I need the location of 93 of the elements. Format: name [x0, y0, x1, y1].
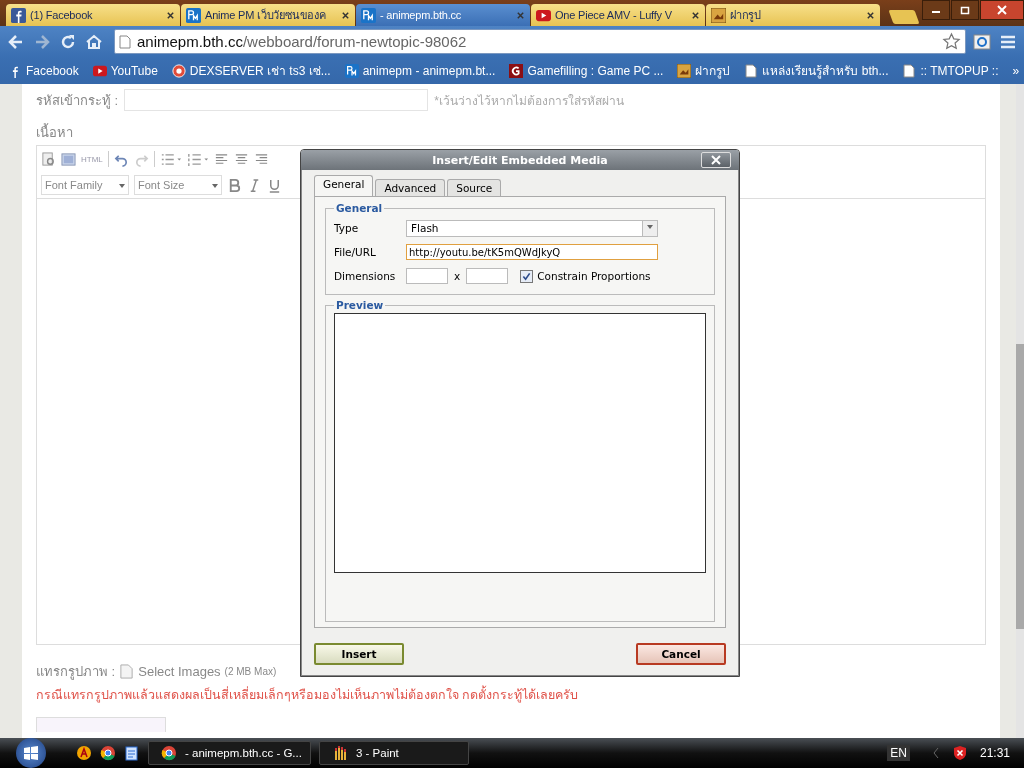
url-text: animepm.bth.cc/webboard/forum-newtopic-98062 [137, 33, 468, 50]
language-indicator[interactable]: EN [887, 745, 910, 761]
new-tab-button[interactable] [888, 10, 920, 24]
pm-logo-icon [344, 63, 359, 78]
page-icon [902, 63, 917, 78]
document-icon [119, 664, 135, 679]
constrain-checkbox[interactable] [520, 269, 534, 283]
notice-text: กรณีแทรกรูปภาพแล้วแสดงผลเป็นสี่เหลี่ยมเล็กๆหรือมองไม่เห็นภาพไม่ต้องตกใจ กดตั้งกระทู้ได้เลยครับ [36, 685, 986, 705]
pm-logo-icon [186, 7, 201, 23]
insert-button[interactable]: Insert [314, 643, 404, 665]
chrome-icon [161, 745, 177, 761]
bookmark-link[interactable]: animepm - animepm.bt... [344, 63, 496, 78]
close-button[interactable] [980, 0, 1024, 20]
browser-extension-icon[interactable] [972, 31, 992, 52]
browser-tab[interactable]: (1) Facebook [6, 4, 180, 26]
close-icon[interactable] [866, 10, 875, 20]
browser-tab[interactable]: - animepm.bth.cc [356, 4, 530, 26]
times-text: x [454, 270, 461, 282]
password-hint: *เว้นว่างไว้หากไม่ต้องการใส่รหัสผ่าน [434, 92, 624, 110]
chevron-left-icon[interactable] [931, 747, 940, 759]
dialog-title: Insert/Edit Embedded Media [432, 153, 608, 167]
minimize-button[interactable] [922, 0, 950, 20]
dialog-tab[interactable]: General [314, 175, 374, 196]
pm-logo-icon [361, 7, 376, 23]
more-bookmarks-button[interactable]: » [1012, 63, 1020, 78]
taskbar-button[interactable]: - animepm.bth.cc - G... [148, 741, 311, 765]
play-icon [536, 7, 551, 23]
bookmark-link[interactable]: แหล่งเรียนรู้สำหรับ bth... [744, 61, 889, 80]
page-icon [744, 63, 759, 78]
cancel-button[interactable]: Cancel [636, 643, 726, 665]
facebook-icon [11, 7, 26, 23]
bookmark-link[interactable]: ฝากรูป [677, 61, 731, 80]
insert-image-label: แทรกรูปภาพ : [36, 663, 116, 682]
shortcut-icon[interactable] [76, 745, 92, 761]
font-family-select[interactable]: Font Family [41, 175, 129, 195]
chrome-icon[interactable] [100, 745, 116, 761]
browser-tab[interactable]: ฝากรูป [706, 4, 880, 26]
maximize-icon [960, 5, 970, 15]
bookmark-link[interactable]: Facebook [8, 63, 79, 78]
height-field[interactable] [466, 268, 509, 284]
type-label: Type [334, 222, 360, 234]
underline-icon[interactable] [267, 177, 282, 193]
align-center-icon[interactable] [233, 151, 249, 167]
maximize-button[interactable] [951, 0, 979, 20]
address-bar[interactable]: animepm.bth.cc/webboard/forum-newtopic-98062 [114, 29, 966, 54]
url-label: File/URL [334, 246, 377, 258]
close-icon[interactable] [341, 10, 350, 20]
url-field[interactable]: http://youtu.be/tK5mQWdJkyQ [406, 244, 658, 260]
width-field[interactable] [406, 268, 448, 284]
close-icon [711, 155, 721, 165]
general-legend: General [334, 202, 385, 214]
close-icon[interactable] [691, 10, 700, 20]
type-select[interactable]: Flash [406, 219, 658, 237]
taskbar-button[interactable]: 3 - Paint [318, 741, 469, 765]
media-icon[interactable] [61, 151, 76, 167]
bookmark-link[interactable]: YouTube [92, 63, 158, 78]
browser-tab[interactable]: Anime PM เว็บวัยซนของค [181, 4, 355, 26]
picture-icon [711, 7, 726, 23]
preview-legend: Preview [334, 299, 386, 311]
notepad-icon[interactable] [124, 745, 140, 761]
clock-text: 21:31 [979, 746, 1010, 760]
select-images-link[interactable]: Select Images [138, 664, 221, 679]
start-button[interactable] [16, 738, 46, 768]
dimensions-label: Dimensions [334, 270, 397, 282]
close-icon [997, 5, 1007, 15]
page-icon [119, 34, 131, 49]
password-label: รหัสเข้ากระทู้ : [36, 91, 119, 111]
dialog-tab[interactable]: Advanced [375, 179, 446, 196]
align-left-icon[interactable] [213, 151, 229, 167]
play-icon [92, 63, 107, 78]
close-icon[interactable] [166, 10, 175, 20]
dialog-tab[interactable]: Source [447, 179, 502, 196]
password-field[interactable] [124, 89, 429, 111]
preview-icon[interactable] [41, 151, 56, 167]
bookmark-link[interactable]: :: TMTOPUP :: [902, 63, 999, 78]
picture-icon [677, 63, 692, 78]
size-limit-text: (2 MB Max) [224, 666, 277, 677]
bookmark-link[interactable]: DEXSERVER เช่า ts3 เซ่... [171, 61, 331, 80]
numbered-list-icon[interactable] [186, 151, 209, 167]
content-label: เนื้อหา [36, 122, 74, 142]
shield-icon[interactable] [951, 745, 968, 761]
font-size-select[interactable]: Font Size [134, 175, 222, 195]
g-logo-icon [509, 63, 524, 78]
bookmark-link[interactable]: Gamefilling : Game PC ... [509, 63, 664, 78]
browser-tab[interactable]: One Piece AMV - Luffy V [531, 4, 705, 26]
bullet-list-icon[interactable] [159, 151, 182, 167]
constrain-label: Constrain Proportions [537, 270, 651, 282]
align-right-icon[interactable] [253, 151, 269, 167]
bold-icon[interactable] [227, 177, 242, 193]
circle-logo-icon [171, 63, 186, 78]
scrollbar[interactable] [1016, 84, 1024, 738]
windows-logo-icon [23, 745, 39, 761]
star-icon[interactable] [942, 32, 961, 51]
